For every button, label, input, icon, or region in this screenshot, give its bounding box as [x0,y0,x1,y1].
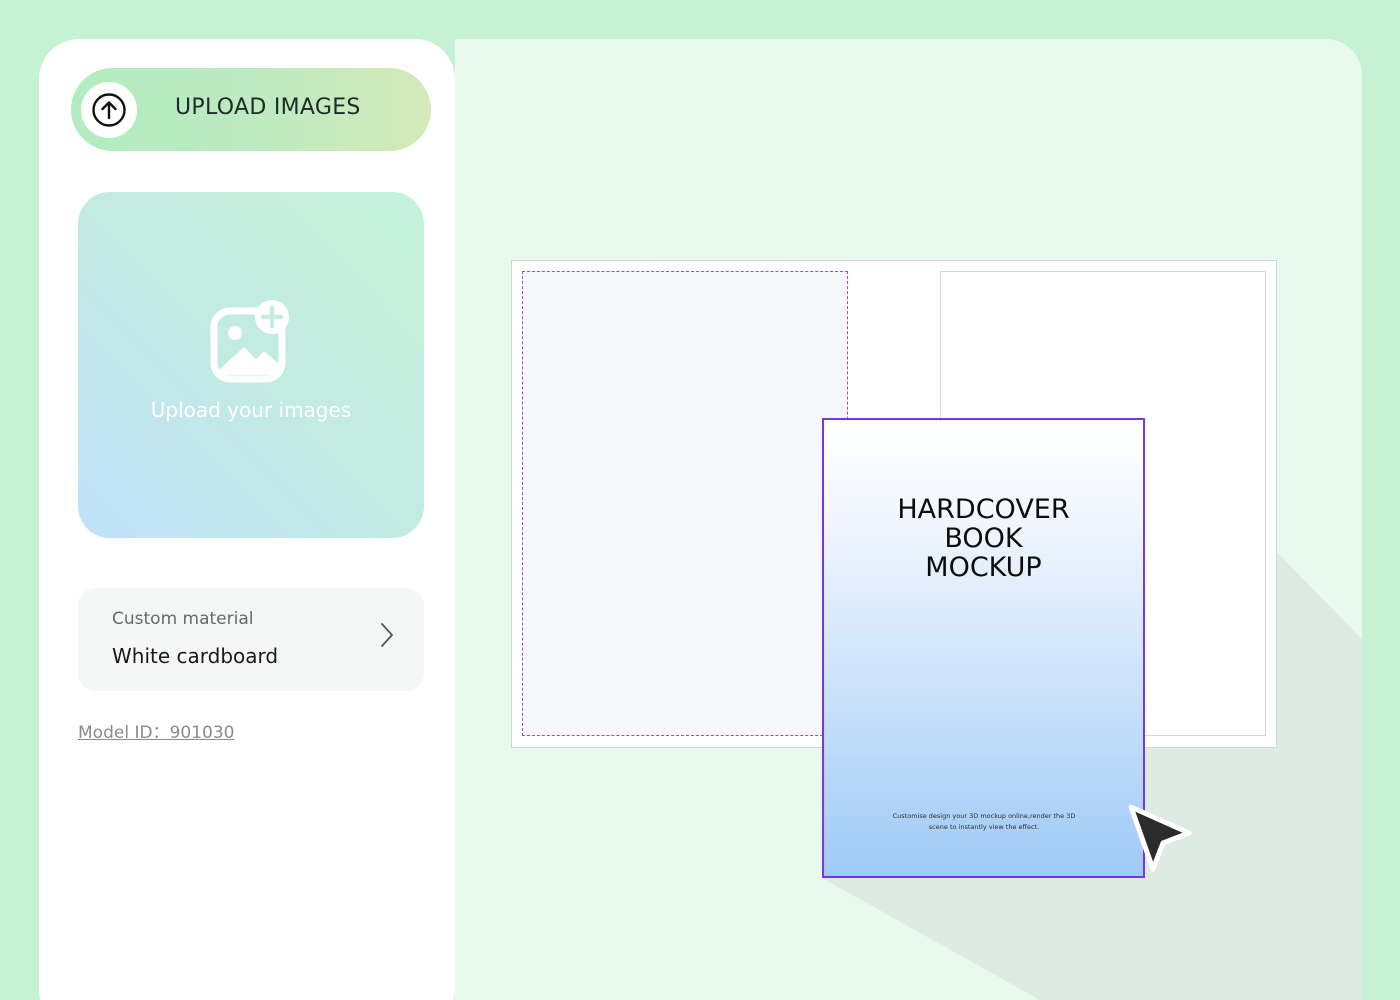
material-value: White cardboard [112,644,279,668]
model-id-label: Model ID： [78,723,170,743]
pointer-cursor-icon [1128,804,1192,872]
chevron-right-icon [381,623,393,647]
book-cover-preview[interactable]: HARDCOVER BOOK MOCKUP Customise design y… [822,418,1145,878]
front-cover-area[interactable] [522,271,848,736]
material-caption: Custom material [112,609,254,629]
cover-subtitle: Customise design your 3D mockup online,r… [892,812,1076,831]
upload-arrow-icon [92,93,126,127]
image-dropzone[interactable]: Upload your images [78,192,424,538]
mockup-stage: HARDCOVER BOOK MOCKUP Customise design y… [455,39,1362,1000]
custom-material-selector[interactable]: Custom material White cardboard [78,588,424,691]
model-id-link[interactable]: Model ID：901030 [78,718,234,743]
cover-title: HARDCOVER BOOK MOCKUP [897,494,1070,583]
model-id-value: 901030 [169,723,235,743]
upload-images-label: UPLOAD IMAGES [175,95,361,120]
upload-icon-circle [81,82,137,138]
image-add-icon [210,300,289,383]
upload-images-button[interactable]: UPLOAD IMAGES [71,68,431,151]
sidebar-panel: UPLOAD IMAGES Upload your images Custom … [39,39,455,1000]
dropzone-text: Upload your images [150,398,352,422]
